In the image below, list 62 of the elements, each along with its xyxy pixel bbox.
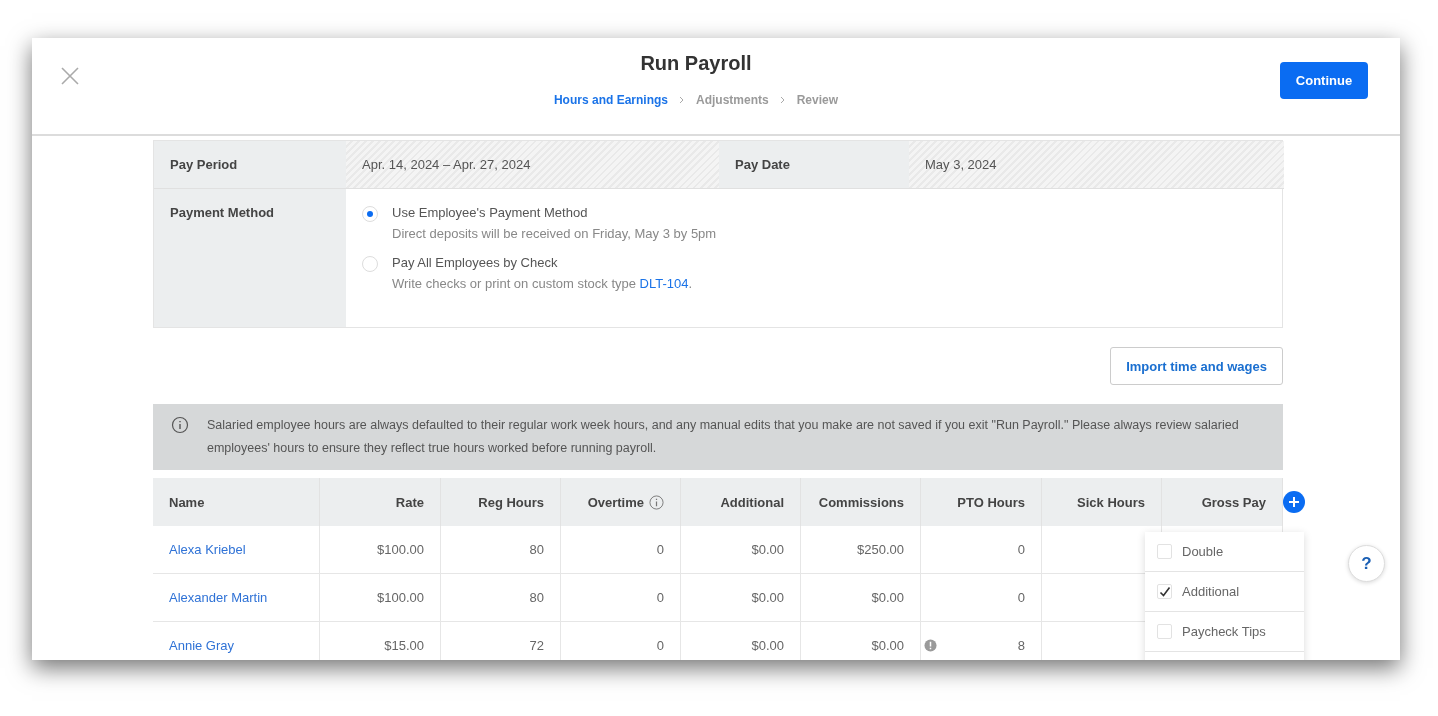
help-button[interactable]: ? bbox=[1348, 545, 1385, 582]
menu-item-label: Double bbox=[1182, 544, 1224, 559]
add-column-button[interactable] bbox=[1283, 491, 1305, 513]
table-cell: 0 bbox=[561, 574, 681, 622]
table-cell: 0 bbox=[921, 526, 1042, 574]
option-description: Write checks or print on custom stock type DLT-104. bbox=[392, 276, 693, 291]
menu-item[interactable]: Double bbox=[1145, 532, 1304, 572]
field-label: Pay Date bbox=[719, 141, 909, 189]
info-icon bbox=[171, 416, 189, 434]
column-title: Sick Hours bbox=[1077, 494, 1145, 510]
field-label: Pay Period bbox=[154, 141, 346, 189]
step-tab[interactable]: Hours and Earnings bbox=[553, 93, 668, 107]
window-title: Run Payroll bbox=[640, 52, 752, 75]
notice-text: Salaried employee hours are always defaulted to their regular work week hours, and any manual edits that you make are not saved if you exit "Run Payroll." Please always review salaried employees' hours to ensure they reflect true hours worked before running payroll. bbox=[207, 417, 1240, 457]
pay-period-value: Apr. 14, 2024 – Apr. 27, 2024 bbox=[346, 141, 719, 189]
table-cell: 0 bbox=[561, 526, 681, 574]
employee-link[interactable]: Annie Gray bbox=[169, 638, 235, 653]
table-cell: $250.00 bbox=[801, 526, 921, 574]
checkbox[interactable] bbox=[1157, 624, 1172, 639]
table-cell: 80 bbox=[441, 574, 561, 622]
table-cell: 72 bbox=[441, 622, 561, 660]
field-label: Payment Method bbox=[154, 189, 346, 327]
table-cell: $100.00 bbox=[320, 526, 441, 574]
table-cell: $0.00 bbox=[681, 574, 801, 622]
table-cell: 8 bbox=[921, 622, 1042, 660]
info-icon bbox=[649, 494, 664, 510]
continue-button[interactable]: Continue bbox=[1280, 62, 1368, 99]
chevron-icon bbox=[678, 96, 686, 104]
table-cell: $0.00 bbox=[681, 526, 801, 574]
table-cell: $100.00 bbox=[320, 574, 441, 622]
column-title: Commissions bbox=[818, 494, 904, 510]
menu-item-label: Paycheck Tips bbox=[1182, 624, 1266, 639]
menu-item[interactable]: Paycheck Tips bbox=[1145, 612, 1304, 652]
step-tab[interactable]: Review bbox=[796, 93, 839, 107]
step-tab[interactable]: Adjustments bbox=[696, 93, 769, 107]
menu-item[interactable]: Additional bbox=[1145, 572, 1304, 612]
option-label: Pay All Employees by Check bbox=[392, 255, 559, 270]
table-cell: 0 bbox=[921, 574, 1042, 622]
option-label: Use Employee's Payment Method bbox=[392, 205, 589, 220]
table-cell: $0.00 bbox=[801, 622, 921, 660]
plus-icon bbox=[1289, 497, 1299, 507]
chevron-icon bbox=[778, 96, 787, 104]
table-cell: 80 bbox=[441, 526, 561, 574]
employee-link[interactable]: Alexa Kriebel bbox=[169, 542, 246, 557]
option-description: Direct deposits will be received on Friday, May 3 by 5pm bbox=[392, 226, 717, 241]
column-title: PTO Hours bbox=[957, 494, 1025, 510]
menu-item-label: Additional bbox=[1182, 584, 1240, 599]
table-cell: $0.00 bbox=[801, 574, 921, 622]
import-button[interactable]: Import time and wages bbox=[1110, 347, 1283, 385]
column-title: Reg Hours bbox=[478, 494, 544, 510]
column-title: Name bbox=[169, 494, 205, 510]
table-cell: $0.00 bbox=[681, 622, 801, 660]
checkbox[interactable] bbox=[1157, 544, 1172, 559]
checkbox[interactable] bbox=[1157, 584, 1172, 599]
column-title: Gross Pay bbox=[1201, 494, 1266, 510]
column-title: Overtime bbox=[587, 494, 644, 510]
table-cell: $15.00 bbox=[320, 622, 441, 660]
employee-link[interactable]: Alexander Martin bbox=[169, 590, 268, 605]
table-cell: 0 bbox=[561, 622, 681, 660]
column-title: Additional bbox=[720, 494, 784, 510]
column-title: Rate bbox=[395, 494, 424, 510]
pay-date-value: May 3, 2024 bbox=[909, 141, 1284, 189]
